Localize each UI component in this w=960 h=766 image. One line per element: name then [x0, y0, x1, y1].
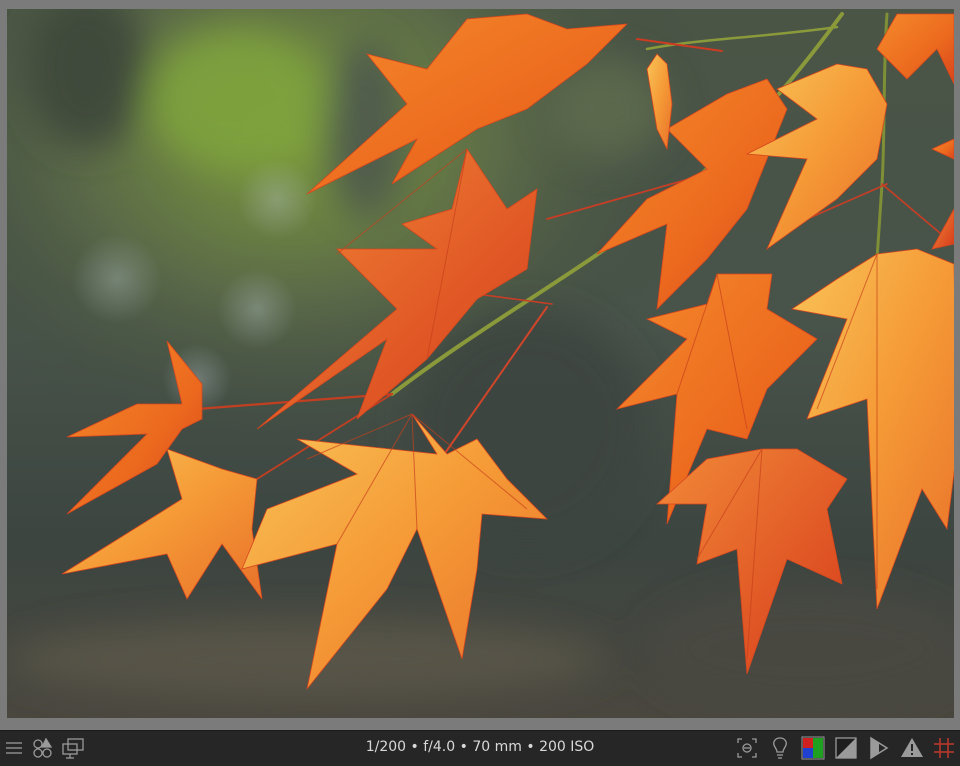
exif-separator: •: [455, 739, 473, 755]
image-viewer[interactable]: [0, 0, 960, 730]
exif-aperture: f/4.0: [423, 739, 456, 755]
maple-leaves-photo: [7, 9, 954, 718]
color-picker-icon[interactable]: [31, 736, 55, 760]
photo-canvas[interactable]: [7, 9, 954, 718]
statusbar: 1/200 • f/4.0 • 70 mm • 200 ISO: [0, 730, 960, 766]
gamut-warning-icon[interactable]: [900, 736, 924, 760]
exif-shutter: 1/200: [365, 739, 407, 755]
softproof-icon[interactable]: [867, 736, 891, 760]
guides-icon[interactable]: [932, 736, 956, 760]
hamburger-menu-icon[interactable]: [2, 736, 26, 760]
focus-mask-icon[interactable]: [735, 736, 759, 760]
clipping-icon[interactable]: [834, 736, 858, 760]
display-profile-icon[interactable]: [61, 736, 85, 760]
bulb-icon[interactable]: [768, 736, 792, 760]
exif-separator: •: [521, 739, 540, 755]
exif-focal-length: 70 mm: [472, 739, 522, 755]
exif-iso: 200 ISO: [539, 739, 595, 755]
color-channels-icon[interactable]: [801, 736, 825, 760]
exif-separator: •: [406, 739, 424, 755]
